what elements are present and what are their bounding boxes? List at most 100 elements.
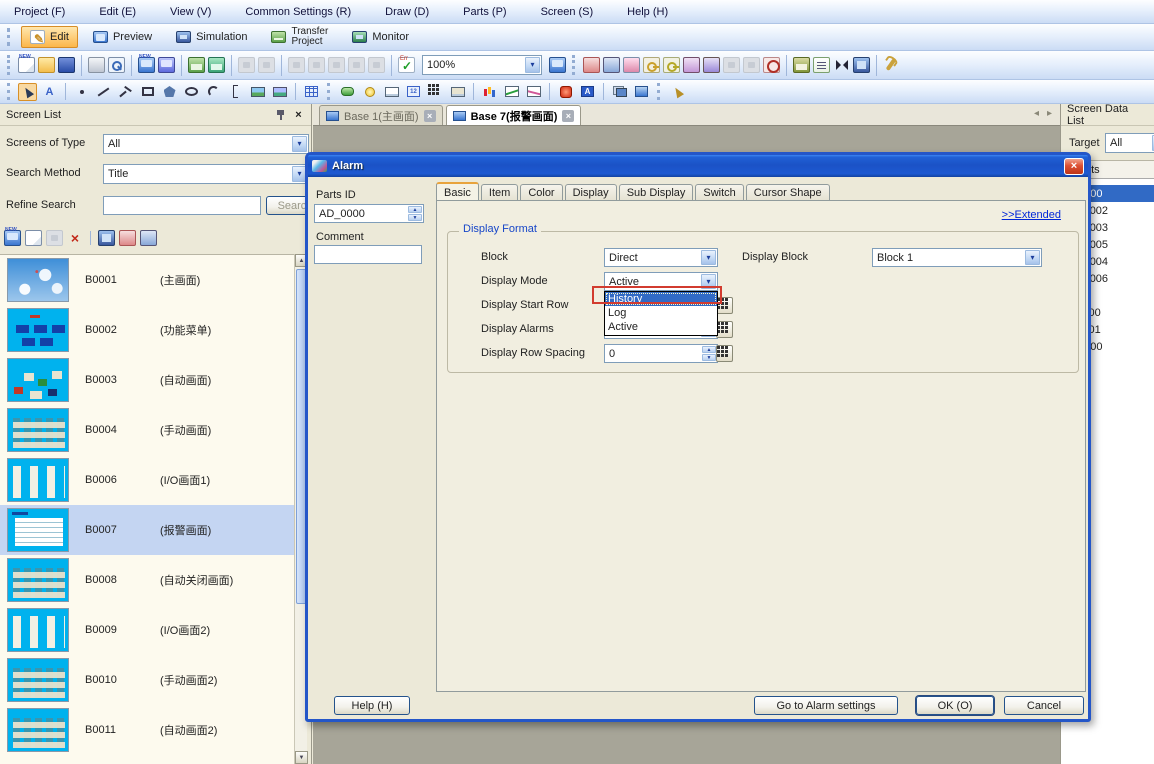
cursor-part-button[interactable]	[668, 83, 687, 101]
chevron-down-icon[interactable]: ▾	[292, 136, 307, 152]
toolbar-grip[interactable]	[7, 28, 12, 46]
paste-screen-icon[interactable]	[46, 230, 63, 246]
chevron-down-icon[interactable]: ▾	[701, 274, 716, 289]
screen-list-item[interactable]: B0010 (手动画面2)	[0, 655, 294, 705]
simulation-button[interactable]: Simulation	[167, 26, 256, 48]
convert-screen-icon[interactable]	[140, 230, 157, 246]
display-monitor-icon[interactable]	[98, 230, 115, 246]
screen-list-item[interactable]: B0011 (自动画面2)	[0, 705, 294, 755]
wrench-icon[interactable]	[883, 57, 900, 73]
arc-tool[interactable]	[204, 83, 223, 101]
lamp-part-button[interactable]	[360, 83, 379, 101]
tab-base1[interactable]: Base 1(主画面) ×	[319, 105, 443, 125]
print-icon[interactable]	[88, 57, 105, 73]
tab-nav-right-icon[interactable]: ▸	[1047, 108, 1052, 119]
clock-icon[interactable]	[763, 57, 780, 73]
image-tool[interactable]	[248, 83, 267, 101]
key-icon[interactable]	[643, 57, 660, 73]
delete-screen-icon[interactable]: ×	[67, 230, 83, 246]
alarm-part-button[interactable]	[556, 83, 575, 101]
polyline-tool[interactable]	[116, 83, 135, 101]
dropdown-option-history[interactable]: History	[605, 292, 717, 306]
bar-graph-part-button[interactable]	[480, 83, 499, 101]
menu-common-settings[interactable]: Common Settings (R)	[241, 4, 355, 20]
transfer-project-button[interactable]: Transfer Project	[262, 26, 337, 48]
address-a-icon[interactable]	[583, 57, 600, 73]
screen-list-item[interactable]: B0008 (自动关闭画面)	[0, 555, 294, 605]
tab-switch[interactable]: Switch	[695, 184, 743, 201]
display-row-spacing-keypad-button[interactable]	[716, 345, 733, 362]
display-start-row-keypad-button[interactable]	[716, 297, 733, 314]
redo-icon[interactable]	[258, 57, 275, 73]
display-block-combo[interactable]: Block 1 ▾	[872, 248, 1042, 267]
group-down-icon[interactable]	[743, 57, 760, 73]
parts-id-spinner[interactable]: AD_0000 ▲ ▼	[314, 204, 424, 223]
display-mode-combo[interactable]: Active ▾	[604, 272, 718, 291]
ok-button[interactable]: OK (O)	[916, 696, 994, 715]
fit-screen-icon[interactable]	[549, 57, 566, 73]
address-b-icon[interactable]	[603, 57, 620, 73]
screen-list-item[interactable]: B0001 (主画面)	[0, 255, 294, 305]
parts-list-icon[interactable]	[623, 57, 640, 73]
dropdown-option-active[interactable]: Active	[605, 320, 717, 334]
monitor-button[interactable]: Monitor	[343, 26, 418, 48]
tab-item[interactable]: Item	[481, 184, 518, 201]
new-screen-icon[interactable]: NEW	[4, 230, 21, 246]
tab-base7[interactable]: Base 7(报警画面) ×	[446, 105, 582, 125]
menu-view[interactable]: View (V)	[166, 4, 215, 20]
close-tab-icon[interactable]: ×	[424, 110, 436, 122]
line-tool[interactable]	[94, 83, 113, 101]
dialog-title-bar[interactable]: Alarm ×	[308, 155, 1088, 177]
chevron-down-icon[interactable]: ▾	[525, 57, 540, 73]
menu-help[interactable]: Help (H)	[623, 4, 672, 20]
dropdown-option-log[interactable]: Log	[605, 306, 717, 320]
goto-alarm-settings-button[interactable]: Go to Alarm settings	[754, 696, 898, 715]
display-alarms-keypad-button[interactable]	[716, 321, 733, 338]
change-screen-icon[interactable]	[119, 230, 136, 246]
group-up-icon[interactable]	[723, 57, 740, 73]
extended-link[interactable]: >>Extended	[1002, 209, 1061, 221]
package-save-icon[interactable]	[208, 57, 225, 73]
movie-icon[interactable]	[853, 57, 870, 73]
new-screen-icon[interactable]: NEW	[138, 57, 155, 73]
target-combo[interactable]: All ▾	[1105, 133, 1154, 153]
menu-screen[interactable]: Screen (S)	[537, 4, 598, 20]
image-unit-icon[interactable]	[793, 57, 810, 73]
cut-icon[interactable]	[288, 57, 305, 73]
block-combo[interactable]: Direct ▾	[604, 248, 718, 267]
ellipse-tool[interactable]	[182, 83, 201, 101]
switch-part-button[interactable]	[338, 83, 357, 101]
window-part-button[interactable]	[610, 83, 629, 101]
tab-cursor-shape[interactable]: Cursor Shape	[746, 184, 830, 201]
menu-edit[interactable]: Edit (E)	[95, 4, 140, 20]
polygon-tool[interactable]	[160, 83, 179, 101]
tab-display[interactable]: Display	[565, 184, 617, 201]
select-tool[interactable]	[18, 83, 37, 101]
dot-tool[interactable]	[72, 83, 91, 101]
save-icon[interactable]	[58, 57, 75, 73]
undo-icon[interactable]	[238, 57, 255, 73]
tab-basic[interactable]: Basic	[436, 182, 479, 201]
text-tool[interactable]: A	[40, 83, 59, 101]
refine-search-input[interactable]	[103, 196, 261, 215]
close-tab-icon[interactable]: ×	[562, 110, 574, 122]
screen-image-tool[interactable]	[270, 83, 289, 101]
error-check-icon[interactable]: Err ✓	[398, 57, 415, 73]
paste-icon[interactable]	[328, 57, 345, 73]
date-part-button[interactable]: 12	[404, 83, 423, 101]
chevron-down-icon[interactable]: ▾	[701, 250, 716, 265]
duplicate-icon[interactable]	[348, 57, 365, 73]
toolbar-grip[interactable]	[7, 55, 12, 75]
tab-color[interactable]: Color	[520, 184, 562, 201]
copy-screen-icon[interactable]	[25, 230, 42, 246]
screen-list-item[interactable]: B0003 (自动画面)	[0, 355, 294, 405]
close-panel-icon[interactable]: ×	[292, 108, 305, 121]
search-method-combo[interactable]: Title ▾	[103, 164, 309, 184]
scroll-down-button[interactable]: ▼	[295, 751, 308, 764]
toolbar-grip[interactable]	[572, 55, 577, 75]
picture-display-part-button[interactable]	[632, 83, 651, 101]
screens-of-type-combo[interactable]: All ▾	[103, 134, 309, 154]
edit-mode-button[interactable]: ✎ Edit	[21, 26, 78, 48]
cancel-button[interactable]: Cancel	[1004, 696, 1084, 715]
file-part-button[interactable]	[448, 83, 467, 101]
